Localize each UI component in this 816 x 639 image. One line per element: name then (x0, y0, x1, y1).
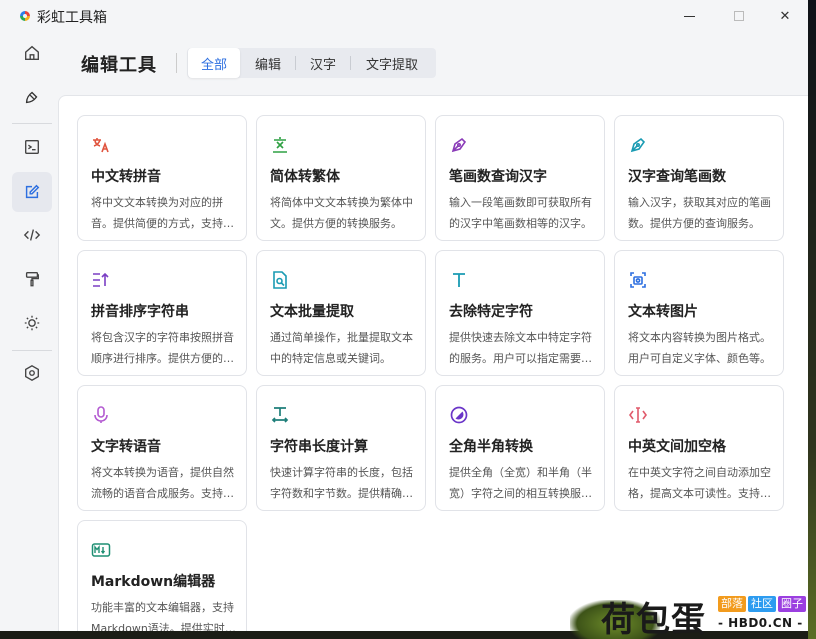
tool-name: 简体转繁体 (270, 169, 340, 185)
tool-card-fullwidth-halfwidth[interactable]: 全角半角转换 提供全角（全宽）和半角（半宽）字符之间的相互转换服务。 (435, 385, 605, 511)
tool-card-markdown-editor[interactable]: Markdown编辑器 功能丰富的文本编辑器，支持Markdown语法。提供实时… (77, 520, 247, 631)
paint-roller-icon (25, 272, 39, 287)
text-convert-icon (270, 135, 290, 155)
tool-description: 提供全角（全宽）和半角（半宽）字符之间的相互转换服务。 (449, 466, 592, 500)
watermark-tags: 部落 社区 圈子 (718, 596, 806, 612)
tool-name: 字符串长度计算 (270, 439, 368, 455)
tool-name: 文本批量提取 (270, 304, 354, 320)
brush-icon (25, 91, 38, 104)
app-window: 彩虹工具箱 ✕ 编辑工具 全部 编辑 汉字 文字提取 中文转拼音 将中文文本转换… (0, 0, 808, 631)
image-text-icon (628, 270, 648, 290)
sidebar-item-home[interactable] (12, 33, 52, 73)
tool-description: 将包含汉字的字符串按照拼音顺序进行排序。提供方便的排序功能。 (91, 331, 234, 365)
sidebar-divider (12, 123, 52, 124)
translate-icon (91, 135, 111, 155)
tool-card-pinyin[interactable]: 中文转拼音 将中文文本转换为对应的拼音。提供简便的方式，支持多种拼音风格。 (77, 115, 247, 241)
tool-name: 中英文间加空格 (628, 439, 726, 455)
text-t-icon (449, 270, 469, 290)
code-icon (23, 229, 41, 241)
tool-name: 汉字查询笔画数 (628, 169, 726, 185)
app-logo-icon (20, 11, 30, 21)
tool-description: 将文本转换为语音，提供自然流畅的语音合成服务。支持多种音色。 (91, 466, 234, 500)
tool-card-remove-chars[interactable]: 去除特定字符 提供快速去除文本中特定字符的服务。用户可以指定需要去除的字符。 (435, 250, 605, 376)
sidebar-item-code[interactable] (12, 215, 52, 255)
title-bar: 彩虹工具箱 ✕ (0, 0, 808, 32)
text-width-icon (270, 405, 290, 425)
sidebar-item-edit[interactable] (12, 172, 52, 212)
minimize-icon (683, 15, 695, 17)
sidebar-item-paint[interactable] (12, 259, 52, 299)
markdown-icon (91, 540, 111, 560)
tool-card-text-to-speech[interactable]: 文字转语音 将文本转换为语音，提供自然流畅的语音合成服务。支持多种音色。 (77, 385, 247, 511)
watermark-tag: 部落 (718, 596, 746, 612)
contrast-icon (449, 405, 469, 425)
pen-tool-icon (449, 135, 469, 155)
home-icon (25, 45, 39, 60)
minimize-button[interactable] (666, 0, 712, 32)
tool-name: 文本转图片 (628, 304, 698, 320)
sort-icon (91, 270, 111, 290)
watermark-brand: 荷包蛋 (601, 600, 706, 639)
sidebar-item-theme[interactable] (12, 303, 52, 343)
watermark-tag: 圈子 (778, 596, 806, 612)
tool-description: 将文本内容转换为图片格式。用户可自定义字体、颜色等。 (628, 331, 771, 365)
tool-card-string-length[interactable]: 字符串长度计算 快速计算字符串的长度，包括字符数和字节数。提供精确统计。 (256, 385, 426, 511)
tool-card-cjk-spacing[interactable]: 中英文间加空格 在中英文字符之间自动添加空格，提高文本可读性。支持批量处理。 (614, 385, 784, 511)
tool-card-text-to-image[interactable]: 文本转图片 将文本内容转换为图片格式。用户可自定义字体、颜色等。 (614, 250, 784, 376)
tab-text-extract[interactable]: 文字提取 (351, 48, 433, 78)
maximize-icon (734, 11, 744, 21)
title-divider (176, 53, 177, 73)
tab-bar: 全部 编辑 汉字 文字提取 (187, 48, 436, 78)
tool-description: 功能丰富的文本编辑器，支持Markdown语法。提供实时预览。 (91, 601, 236, 631)
tool-description: 将中文文本转换为对应的拼音。提供简便的方式，支持多种拼音风格。 (91, 196, 234, 230)
sidebar-divider (12, 350, 52, 351)
tool-description: 输入汉字，获取其对应的笔画数。提供方便的查询服务。 (628, 196, 771, 230)
tool-name: 拼音排序字符串 (91, 304, 189, 320)
tool-card-hanzi-to-stroke[interactable]: 汉字查询笔画数 输入汉字，获取其对应的笔画数。提供方便的查询服务。 (614, 115, 784, 241)
cursor-text-icon (628, 405, 648, 425)
close-button[interactable]: ✕ (762, 0, 808, 32)
sidebar (0, 32, 58, 631)
maximize-button[interactable] (716, 0, 762, 32)
sidebar-item-brush[interactable] (12, 77, 52, 117)
tool-description: 在中英文字符之间自动添加空格，提高文本可读性。支持批量处理。 (628, 466, 771, 500)
watermark-url: - HBD0.CN - (718, 616, 803, 630)
tool-description: 通过简单操作，批量提取文本中的特定信息或关键词。 (270, 331, 413, 365)
main-content: 编辑工具 全部 编辑 汉字 文字提取 中文转拼音 将中文文本转换为对应的拼音。提… (58, 32, 808, 631)
sun-icon (24, 315, 40, 331)
tool-card-stroke-to-hanzi[interactable]: 笔画数查询汉字 输入一段笔画数即可获取所有的汉字中笔画数相等的汉字。 (435, 115, 605, 241)
tab-all[interactable]: 全部 (188, 48, 240, 78)
watermark: 荷包蛋 部落 社区 圈子 - HBD0.CN - (598, 592, 816, 639)
settings-icon (25, 365, 39, 381)
app-title: 彩虹工具箱 (37, 10, 107, 26)
tool-description: 输入一段笔画数即可获取所有的汉字中笔画数相等的汉字。 (449, 196, 592, 230)
tab-hanzi[interactable]: 汉字 (296, 48, 350, 78)
desktop-background (808, 0, 816, 639)
pen-tool-icon (628, 135, 648, 155)
tool-card-simp-trad[interactable]: 简体转繁体 将简体中文文本转换为繁体中文。提供方便的转换服务。 (256, 115, 426, 241)
page-title: 编辑工具 (81, 55, 157, 76)
close-icon: ✕ (779, 8, 791, 24)
watermark-tag: 社区 (748, 596, 776, 612)
tool-description: 快速计算字符串的长度，包括字符数和字节数。提供精确统计。 (270, 466, 413, 500)
tool-name: 全角半角转换 (449, 439, 533, 455)
sidebar-item-terminal[interactable] (12, 127, 52, 167)
tool-name: 文字转语音 (91, 439, 161, 455)
file-search-icon (270, 270, 290, 290)
tool-card-batch-extract[interactable]: 文本批量提取 通过简单操作，批量提取文本中的特定信息或关键词。 (256, 250, 426, 376)
tool-card-pinyin-sort[interactable]: 拼音排序字符串 将包含汉字的字符串按照拼音顺序进行排序。提供方便的排序功能。 (77, 250, 247, 376)
microphone-icon (91, 405, 111, 425)
tool-name: 去除特定字符 (449, 304, 533, 320)
tab-edit[interactable]: 编辑 (241, 48, 295, 78)
tool-name: 中文转拼音 (91, 169, 161, 185)
sidebar-item-settings[interactable] (12, 353, 52, 393)
tools-panel: 中文转拼音 将中文文本转换为对应的拼音。提供简便的方式，支持多种拼音风格。 简体… (58, 95, 808, 631)
tool-description: 提供快速去除文本中特定字符的服务。用户可以指定需要去除的字符。 (449, 331, 592, 365)
tool-description: 将简体中文文本转换为繁体中文。提供方便的转换服务。 (270, 196, 413, 230)
tool-name: 笔画数查询汉字 (449, 169, 547, 185)
edit-icon (25, 184, 40, 199)
terminal-icon (25, 140, 39, 154)
tool-name: Markdown编辑器 (91, 574, 216, 590)
